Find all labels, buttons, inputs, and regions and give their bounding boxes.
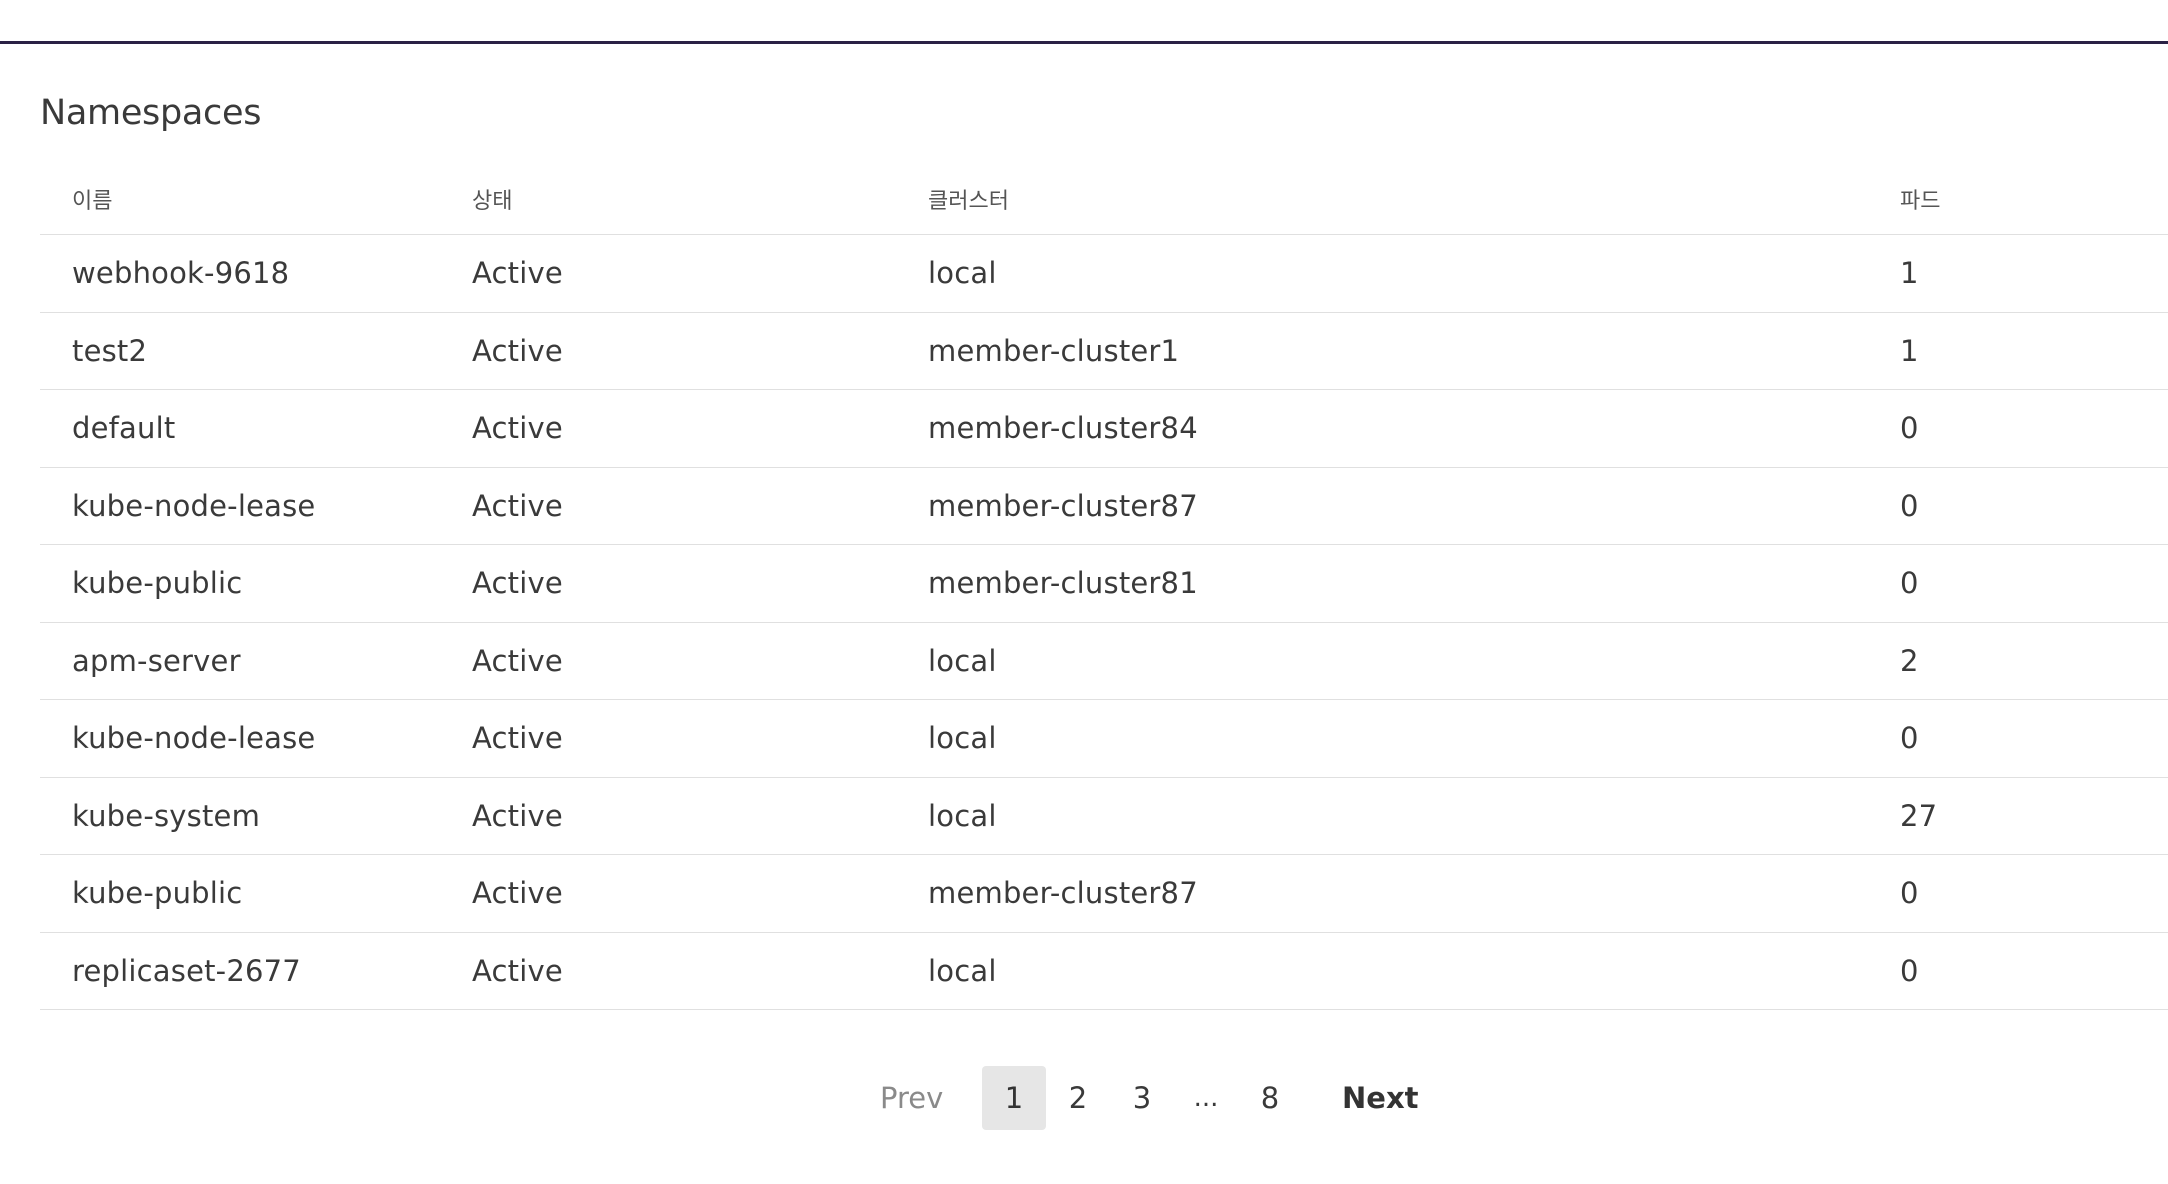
cell-status: Active [440,622,896,700]
cell-pods: 0 [1868,699,2168,778]
cell-status: Active [440,234,896,313]
cell-status: Active [440,467,896,545]
namespaces-table-container: 이름 상태 클러스터 파드 webhook-9618 Active local 1 te… [40,164,2168,1010]
cell-name: kube-node-lease [40,467,440,545]
cell-name: replicaset-2677 [40,932,440,1010]
page-title: Namespaces [40,93,262,133]
page-button-1[interactable]: 1 [982,1066,1046,1130]
cell-pods: 1 [1868,234,2168,313]
cell-name: default [40,389,440,468]
cell-cluster: member-cluster84 [896,389,1868,468]
cell-cluster: member-cluster81 [896,544,1868,623]
cell-cluster: local [896,932,1868,1010]
column-header-name[interactable]: 이름 [40,164,440,235]
page-button-8[interactable]: 8 [1238,1066,1302,1130]
cell-cluster: local [896,777,1868,855]
cell-cluster: member-cluster87 [896,467,1868,545]
cell-status: Active [440,932,896,1010]
next-page-button[interactable]: Next [1342,1066,1419,1130]
table-row[interactable]: kube-public Active member-cluster81 0 [40,544,2168,623]
cell-pods: 1 [1868,312,2168,390]
table-header-row: 이름 상태 클러스터 파드 [40,164,2168,235]
page-button-2[interactable]: 2 [1046,1066,1110,1130]
cell-name: test2 [40,312,440,390]
page-button-3[interactable]: 3 [1110,1066,1174,1130]
cell-pods: 0 [1868,854,2168,933]
table-row[interactable]: webhook-9618 Active local 1 [40,234,2168,313]
cell-name: apm-server [40,622,440,700]
header-divider [0,41,2168,44]
cell-name: kube-public [40,854,440,933]
cell-status: Active [440,312,896,390]
cell-pods: 2 [1868,622,2168,700]
pagination-ellipsis: ... [1193,1083,1219,1113]
table-row[interactable]: kube-public Active member-cluster87 0 [40,854,2168,933]
column-header-status[interactable]: 상태 [440,164,896,235]
cell-pods: 0 [1868,544,2168,623]
cell-cluster: member-cluster87 [896,854,1868,933]
table-body: webhook-9618 Active local 1 test2 Active membe… [40,234,2168,1010]
cell-pods: 27 [1868,777,2168,855]
cell-status: Active [440,699,896,778]
cell-status: Active [440,777,896,855]
cell-name: kube-node-lease [40,699,440,778]
column-header-pods[interactable]: 파드 [1868,164,2168,235]
cell-name: webhook-9618 [40,234,440,313]
cell-name: kube-public [40,544,440,623]
table-row[interactable]: kube-system Active local 27 [40,777,2168,855]
cell-cluster: local [896,699,1868,778]
cell-cluster: local [896,622,1868,700]
cell-status: Active [440,389,896,468]
table-row[interactable]: test2 Active member-cluster1 1 [40,312,2168,390]
table-row[interactable]: kube-node-lease Active member-cluster87 0 [40,467,2168,545]
cell-pods: 0 [1868,932,2168,1010]
cell-cluster: member-cluster1 [896,312,1868,390]
cell-pods: 0 [1868,467,2168,545]
table-row[interactable]: default Active member-cluster84 0 [40,389,2168,468]
cell-status: Active [440,854,896,933]
table-row[interactable]: kube-node-lease Active local 0 [40,699,2168,778]
cell-status: Active [440,544,896,623]
namespaces-table: 이름 상태 클러스터 파드 webhook-9618 Active local 1 te… [40,164,2168,1010]
table-row[interactable]: apm-server Active local 2 [40,622,2168,700]
cell-pods: 0 [1868,389,2168,468]
prev-page-button[interactable]: Prev [860,1066,960,1130]
cell-cluster: local [896,234,1868,313]
table-row[interactable]: replicaset-2677 Active local 0 [40,932,2168,1010]
cell-name: kube-system [40,777,440,855]
pagination: Prev 1 2 3 ... 8 Next [860,1066,1419,1130]
column-header-cluster[interactable]: 클러스터 [896,164,1868,235]
